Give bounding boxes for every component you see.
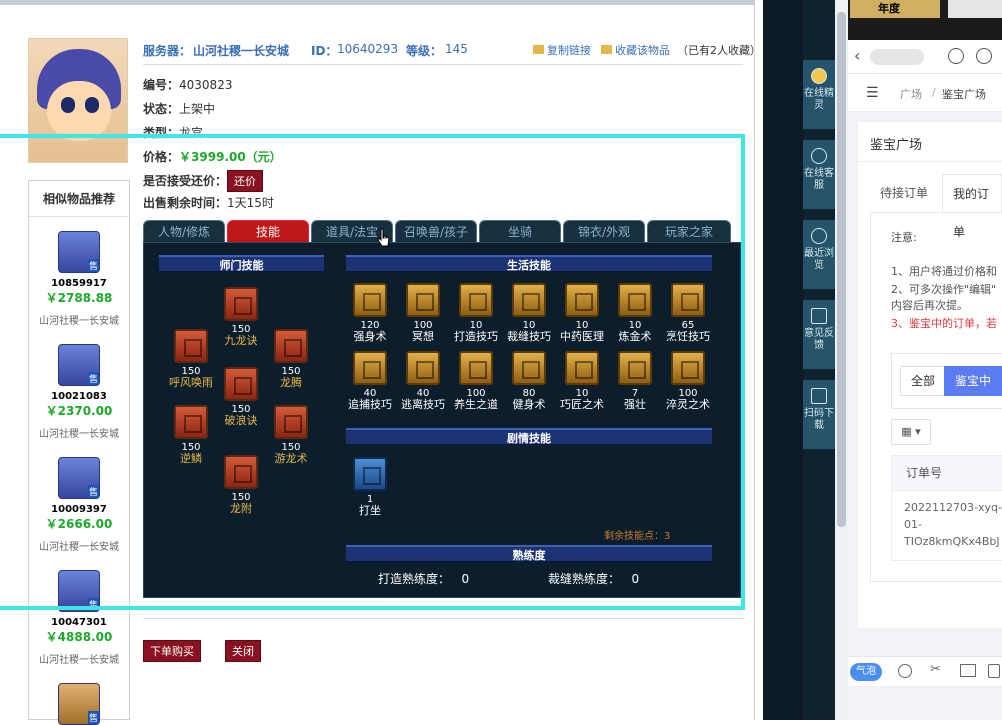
notice-line: 内容后再次提。 <box>891 299 968 312</box>
item-header: 服务器： 山河社稷一长安城 ID： 10640293 等级： 145 复制链接 … <box>143 42 761 62</box>
clock-icon <box>811 228 827 244</box>
browser-toolbar: ‹ <box>848 40 1002 74</box>
nav-online-sprite[interactable]: 在线精灵 <box>803 60 835 130</box>
cursor-icon <box>377 228 390 247</box>
nav-recent[interactable]: 最近浏览 <box>803 220 835 290</box>
folder-icon <box>533 45 544 54</box>
orders-pane: 注意: 1、用户将通过价格和 2、可多次操作"编辑" 内容后再次提。 3、鉴宝中… <box>870 212 1002 582</box>
character-thumbnail <box>58 683 100 725</box>
selection-highlight <box>0 134 745 610</box>
server-value: 山河社稷一长安城 <box>193 44 290 58</box>
buy-button-wrap: 下单购买 <box>143 640 201 662</box>
window-gap <box>763 0 803 720</box>
image-icon[interactable] <box>960 664 976 677</box>
id-value: 10640293 <box>337 42 399 56</box>
server-label: 服务器： <box>143 44 192 58</box>
back-icon[interactable]: ‹ <box>854 46 860 65</box>
breadcrumb-home[interactable]: 广场 <box>900 86 922 102</box>
top-strip <box>0 0 755 5</box>
card-header: 鉴宝广场 <box>858 122 1002 162</box>
logo-icon <box>870 49 924 65</box>
scrollbar[interactable] <box>835 0 848 720</box>
emoji-icon[interactable] <box>898 664 912 678</box>
similar-item[interactable] <box>29 683 129 725</box>
favorite-button[interactable]: 收藏该物品 <box>601 42 670 58</box>
bubble-button[interactable]: 气泡 <box>850 663 882 681</box>
globe-icon[interactable] <box>976 48 992 64</box>
menu-fold-icon[interactable]: ☰ <box>866 85 879 101</box>
browser-top: 年度 <box>848 0 1002 40</box>
filter-all[interactable]: 全部 <box>900 366 947 396</box>
table-header-order: 订单号 <box>891 455 1002 491</box>
breadcrumb: ☰ 广场 / 鉴宝广场 <box>848 74 1002 112</box>
status-row: 状态：上架中 <box>143 102 216 116</box>
column-toggle[interactable]: ▦ ▾ <box>891 419 931 445</box>
refresh-icon[interactable] <box>948 48 964 64</box>
filter-appraising[interactable]: 鉴宝中 <box>944 366 1002 396</box>
notice-line: 1、用户将通过价格和 <box>891 265 997 278</box>
id-label: ID： <box>311 44 338 58</box>
close-button-wrap: 关闭 <box>225 640 261 662</box>
notice-title: 注意: <box>891 231 917 244</box>
nav-qr-download[interactable]: 扫码下载 <box>803 380 835 450</box>
file-icon[interactable] <box>988 664 1000 678</box>
headset-icon <box>811 148 827 164</box>
status-filter: 全部 鉴宝中 <box>891 353 1002 409</box>
star-folder-icon <box>601 45 612 54</box>
grid-icon: ▦ <box>901 425 912 438</box>
nav-online-service[interactable]: 在线客服 <box>803 140 835 210</box>
bottom-divider <box>143 618 745 619</box>
banner-thumbnail: 年度 <box>850 0 940 18</box>
card-title: 鉴宝广场 <box>870 138 923 153</box>
scrollbar-thumb[interactable] <box>837 12 846 527</box>
notice-line-warning: 3、鉴宝中的订单，若 <box>891 317 997 330</box>
buy-button[interactable]: 下单购买 <box>143 640 201 662</box>
copy-link-button[interactable]: 复制链接 <box>533 42 591 58</box>
scan-icon <box>811 388 827 404</box>
sprite-icon <box>811 68 827 84</box>
table-row[interactable]: 2022112703-xyq- 01- TIOz8kmQKx4BbJ <box>891 491 1002 561</box>
banner-thumbnail-2 <box>948 0 1002 18</box>
level-value: 145 <box>445 42 468 56</box>
tab-pending-orders[interactable]: 待接订单 <box>870 174 938 214</box>
code-row: 编号：4030823 <box>143 78 233 92</box>
notice-line: 2、可多次操作"编辑" <box>891 283 997 296</box>
bottom-toolbar: 气泡 ✂ <box>848 656 1002 686</box>
tab-my-orders[interactable]: 我的订单 <box>942 174 1002 239</box>
level-label: 等级： <box>406 44 443 58</box>
breadcrumb-separator: / <box>932 86 936 99</box>
nav-feedback[interactable]: 意见反馈 <box>803 300 835 370</box>
edit-icon <box>811 308 827 324</box>
breadcrumb-current: 鉴宝广场 <box>942 88 986 101</box>
order-card: 待接订单 我的订单 注意: 1、用户将通过价格和 2、可多次操作"编辑" 内容后… <box>858 162 1002 628</box>
favorite-count: （已有2人收藏） <box>677 44 761 57</box>
close-button[interactable]: 关闭 <box>225 640 261 662</box>
header-divider <box>143 64 743 65</box>
scissors-icon[interactable]: ✂ <box>930 662 941 677</box>
